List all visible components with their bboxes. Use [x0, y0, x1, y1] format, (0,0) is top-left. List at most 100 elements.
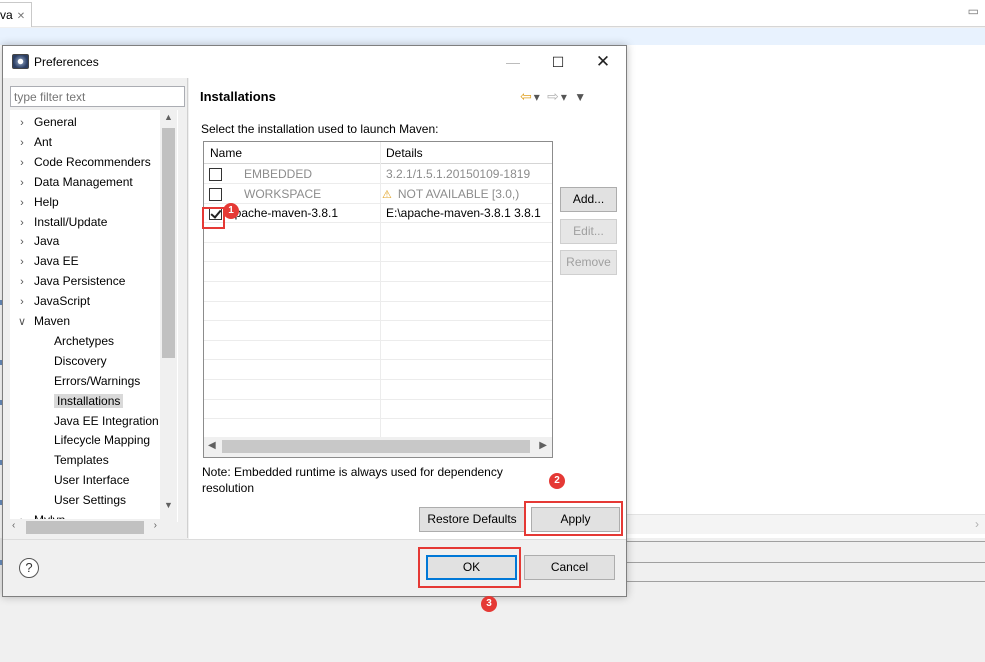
tree-item-label: Errors/Warnings — [54, 373, 141, 388]
table-row[interactable]: WORKSPACE ⚠ NOT AVAILABLE [3.0,) — [204, 184, 552, 204]
splitter[interactable] — [187, 78, 188, 538]
scroll-left-icon[interactable]: ◀ — [208, 440, 216, 451]
row-checkbox[interactable] — [209, 168, 222, 181]
editor-tab[interactable]: va ✕ — [0, 2, 33, 27]
empty-row — [204, 223, 552, 243]
chevron-right-icon[interactable]: › — [10, 213, 34, 233]
chevron-down-icon[interactable]: ▾ — [534, 90, 542, 104]
tree-item-general[interactable]: › General — [10, 112, 77, 132]
chevron-down-icon[interactable]: ∨ — [10, 312, 34, 332]
tree-item-label: Archetypes — [54, 333, 115, 348]
view-menu-icon[interactable]: ▼ — [574, 90, 588, 104]
empty-row — [204, 419, 552, 439]
chevron-right-icon[interactable]: › — [10, 193, 34, 213]
panel-divider — [626, 541, 985, 542]
tree-item-maven[interactable]: ∨ Maven — [10, 311, 70, 331]
tree-item-data-management[interactable]: › Data Management — [10, 172, 133, 192]
step-badge-3: 3 — [481, 596, 497, 612]
scroll-up-icon[interactable]: ▲ — [164, 112, 173, 122]
tree-item-templates[interactable]: Templates — [10, 450, 109, 470]
tree-item-help[interactable]: › Help — [10, 192, 59, 212]
tree-item-archetypes[interactable]: Archetypes — [10, 331, 114, 351]
tree-item-user-settings[interactable]: User Settings — [10, 490, 126, 510]
maximize-button[interactable]: ☐ — [541, 50, 575, 74]
chevron-down-icon[interactable]: ▾ — [561, 90, 569, 104]
editor-tab-label: va — [0, 8, 13, 22]
chevron-right-icon[interactable]: › — [10, 232, 34, 252]
chevron-right-icon[interactable]: › — [10, 133, 34, 153]
tree-item-java-ee-integration[interactable]: Java EE Integration — [10, 411, 159, 431]
tree-item-errors-warnings[interactable]: Errors/Warnings — [10, 371, 140, 391]
row-checkbox[interactable] — [209, 187, 222, 201]
scroll-left-icon[interactable]: ‹ — [12, 520, 15, 531]
tree-item-discovery[interactable]: Discovery — [10, 351, 107, 371]
tree-item-javascript[interactable]: › JavaScript — [10, 291, 90, 311]
tree-item-lifecycle-mapping[interactable]: Lifecycle Mapping — [10, 430, 150, 450]
tree-item-java-persistence[interactable]: › Java Persistence — [10, 271, 125, 291]
tree-horizontal-scrollbar[interactable]: ‹ › — [10, 519, 177, 536]
edit-button[interactable]: Edit... — [560, 219, 617, 244]
footer-separator — [3, 539, 626, 540]
panel-divider — [626, 562, 985, 563]
tree-item-label: User Interface — [54, 473, 130, 488]
page-header: Installations ⇦▾ ⇨▾ ▼ — [189, 78, 626, 114]
tree-item-code-recommenders[interactable]: › Code Recommenders — [10, 152, 151, 172]
column-header-name[interactable]: Name — [210, 146, 242, 160]
table-horizontal-scrollbar[interactable]: ◀ ▶ — [204, 437, 552, 457]
page-title: Installations — [200, 89, 276, 104]
chevron-right-icon[interactable]: › — [10, 292, 34, 312]
chevron-right-icon[interactable]: › — [10, 252, 34, 272]
close-button[interactable]: ✕ — [586, 50, 620, 74]
scroll-right-icon[interactable]: › — [154, 520, 157, 531]
tree-item-ant[interactable]: › Ant — [10, 132, 52, 152]
scrollbar-thumb[interactable] — [222, 440, 530, 453]
scroll-right-icon[interactable]: ▶ — [539, 440, 547, 451]
installations-table: Name Details EMBEDDED 3.2.1/1.5.1.2015010… — [203, 141, 553, 458]
chevron-right-icon[interactable]: › — [10, 173, 34, 193]
close-icon[interactable]: ✕ — [17, 11, 25, 22]
cell-details-text: E:\apache-maven-3.8.1 3.8.1 — [386, 206, 541, 221]
cell-details: 3.2.1/1.5.1.20150109-1819 — [386, 167, 552, 181]
empty-row — [204, 399, 552, 420]
scroll-down-icon[interactable]: ▼ — [164, 500, 173, 510]
filter-input[interactable] — [10, 86, 185, 107]
editor-horizontal-scrollbar[interactable]: › — [626, 514, 985, 534]
back-arrow-icon[interactable]: ⇦ — [520, 88, 534, 104]
dialog-titlebar[interactable]: Preferences — ☐ ✕ — [3, 46, 626, 78]
tree-item-installations[interactable]: Installations — [10, 391, 124, 411]
tree-item-java-ee[interactable]: › Java EE — [10, 251, 79, 271]
tree-item-label: Discovery — [54, 353, 107, 368]
empty-row — [204, 242, 552, 263]
scrollbar-thumb[interactable] — [162, 128, 175, 358]
chevron-right-icon[interactable]: › — [10, 272, 34, 292]
table-header: Name Details — [204, 142, 552, 164]
tree-item-java[interactable]: › Java — [10, 231, 59, 251]
warning-icon: ⚠ — [382, 188, 392, 201]
cancel-button[interactable]: Cancel — [524, 555, 615, 580]
help-icon[interactable]: ? — [19, 558, 39, 578]
scroll-right-icon[interactable]: › — [975, 517, 979, 531]
restore-defaults-button[interactable]: Restore Defaults — [419, 507, 525, 532]
minimize-icon[interactable]: ▭ — [968, 4, 979, 18]
step-badge-1: 1 — [223, 203, 239, 219]
table-row[interactable]: apache-maven-3.8.1 E:\apache-maven-3.8.1 … — [204, 203, 552, 224]
tree-item-install-update[interactable]: › Install/Update — [10, 212, 107, 232]
chevron-right-icon[interactable]: › — [10, 113, 34, 133]
column-header-details[interactable]: Details — [386, 146, 423, 160]
remove-button[interactable]: Remove — [560, 250, 617, 275]
tree-item-label: General — [34, 115, 77, 129]
scrollbar-thumb[interactable] — [26, 521, 144, 534]
table-row[interactable]: EMBEDDED 3.2.1/1.5.1.20150109-1819 — [204, 164, 552, 184]
cell-name: EMBEDDED — [244, 167, 313, 181]
add-button[interactable]: Add... — [560, 187, 617, 212]
tree-item-label: Java EE — [34, 254, 79, 269]
tree-item-user-interface[interactable]: User Interface — [10, 470, 129, 490]
tree-vertical-scrollbar[interactable]: ▲ ▼ — [160, 110, 177, 522]
cell-name: WORKSPACE — [244, 186, 322, 201]
minimize-button[interactable]: — — [496, 50, 530, 74]
cell-details: ⚠ NOT AVAILABLE [3.0,) — [382, 187, 548, 201]
chevron-right-icon[interactable]: › — [10, 153, 34, 173]
forward-arrow-icon[interactable]: ⇨ — [547, 88, 561, 104]
tree-item-label: Ant — [34, 134, 53, 149]
cell-name: apache-maven-3.8.1 — [228, 206, 339, 221]
